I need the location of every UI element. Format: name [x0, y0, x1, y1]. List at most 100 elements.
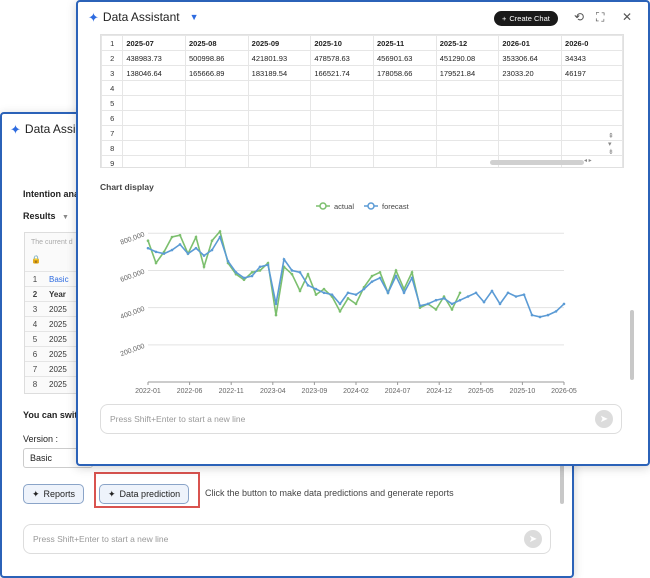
data-point-forecast — [306, 284, 310, 287]
table-cell[interactable] — [435, 140, 500, 156]
table-cell[interactable] — [122, 80, 186, 96]
table-cell[interactable] — [247, 95, 312, 111]
history-icon[interactable]: ⟲ — [574, 10, 584, 24]
table-cell[interactable]: 2025-12 — [435, 35, 500, 51]
table-cell[interactable] — [435, 80, 500, 96]
table-cell[interactable] — [122, 125, 186, 141]
data-point-forecast — [386, 291, 390, 295]
table-cell[interactable]: 165666.89 — [185, 65, 249, 81]
scroll-vertical-arrows-icon[interactable]: ⇞ ▾ ⇟ — [608, 133, 614, 157]
table-cell[interactable]: 438983.73 — [122, 50, 186, 66]
grid-horizontal-scrollbar[interactable] — [490, 160, 584, 165]
table-cell[interactable] — [561, 80, 623, 96]
data-point-actual — [338, 310, 342, 313]
table-cell[interactable] — [247, 155, 312, 167]
scroll-arrows-icon[interactable]: ◂ ▸ — [584, 157, 592, 164]
table-cell[interactable]: 456901.63 — [373, 50, 437, 66]
table-cell[interactable] — [122, 140, 186, 156]
table-cell[interactable] — [185, 140, 249, 156]
table-cell[interactable]: 500998.86 — [185, 50, 249, 66]
table-cell[interactable] — [310, 155, 375, 167]
table-cell[interactable] — [498, 125, 563, 141]
fullscreen-icon[interactable]: ⛶ — [596, 10, 604, 25]
results-dropdown[interactable]: Results ▼ — [23, 211, 69, 221]
table-cell[interactable] — [185, 125, 249, 141]
table-cell[interactable] — [247, 110, 312, 126]
table-cell[interactable] — [122, 110, 186, 126]
table-cell[interactable]: 2026-01 — [498, 35, 563, 51]
row-number: 3 — [101, 65, 124, 81]
table-cell[interactable] — [310, 80, 375, 96]
table-cell[interactable]: 138046.64 — [122, 65, 186, 81]
table-cell[interactable]: 2025-11 — [373, 35, 437, 51]
data-point-forecast — [250, 274, 254, 278]
table-cell[interactable]: 451290.08 — [435, 50, 500, 66]
table-cell[interactable] — [498, 80, 563, 96]
table-cell[interactable] — [561, 95, 623, 111]
table-cell[interactable]: 183189.54 — [247, 65, 312, 81]
table-cell[interactable] — [122, 95, 186, 111]
table-cell[interactable]: 46197 — [561, 65, 623, 81]
table-cell[interactable] — [310, 110, 375, 126]
table-cell[interactable] — [435, 125, 500, 141]
table-cell[interactable] — [373, 95, 437, 111]
table-cell[interactable] — [310, 140, 375, 156]
table-cell[interactable]: 2025-10 — [310, 35, 375, 51]
table-cell[interactable] — [373, 110, 437, 126]
table-cell[interactable] — [122, 155, 186, 167]
data-point-forecast — [482, 300, 486, 304]
table-cell[interactable]: 2025-09 — [247, 35, 312, 51]
send-icon[interactable]: ➤ — [595, 410, 613, 428]
back-chat-input[interactable]: Press Shift+Enter to start a new line ➤ — [23, 524, 551, 554]
table-cell[interactable]: 179521.84 — [435, 65, 500, 81]
data-point-forecast — [202, 254, 206, 257]
data-point-forecast — [362, 287, 366, 291]
data-point-forecast — [538, 315, 542, 319]
table-cell[interactable] — [185, 95, 249, 111]
row-number: 2 — [32, 290, 38, 299]
table-cell[interactable]: 23033.20 — [498, 65, 563, 81]
data-point-forecast — [402, 291, 406, 295]
row-number: 8 — [101, 140, 124, 156]
table-cell[interactable]: 2026-0 — [561, 35, 623, 51]
table-cell[interactable] — [310, 125, 375, 141]
front-scrollbar[interactable] — [630, 310, 634, 380]
table-cell[interactable] — [498, 110, 563, 126]
table-cell[interactable] — [185, 155, 249, 167]
x-tick-label: 2022-01 — [135, 388, 161, 395]
table-cell[interactable] — [373, 80, 437, 96]
table-cell[interactable]: 2025-07 — [122, 35, 186, 51]
row-value: 2025 — [49, 350, 67, 359]
close-icon[interactable]: ✕ — [622, 10, 632, 24]
table-cell[interactable] — [185, 80, 249, 96]
front-chat-input[interactable]: Press Shift+Enter to start a new line ➤ — [100, 404, 622, 434]
data-point-actual — [410, 271, 414, 274]
row-number: 6 — [101, 110, 124, 126]
table-cell[interactable]: 178058.66 — [373, 65, 437, 81]
table-cell[interactable] — [561, 110, 623, 126]
table-cell[interactable] — [247, 80, 312, 96]
table-cell[interactable] — [310, 95, 375, 111]
table-cell[interactable] — [373, 140, 437, 156]
reports-button[interactable]: ✦ Reports — [23, 484, 85, 504]
table-cell[interactable] — [247, 140, 312, 156]
table-cell[interactable]: 166521.74 — [310, 65, 375, 81]
table-cell[interactable] — [498, 140, 563, 156]
table-cell[interactable] — [498, 95, 563, 111]
send-icon[interactable]: ➤ — [524, 530, 542, 548]
table-cell[interactable]: 478578.63 — [310, 50, 375, 66]
create-chat-button[interactable]: + Create Chat — [494, 11, 558, 26]
data-point-forecast — [546, 313, 550, 317]
table-cell[interactable] — [435, 95, 500, 111]
table-cell[interactable] — [373, 155, 437, 167]
table-cell[interactable]: 2025-08 — [185, 35, 249, 51]
chevron-down-icon: ▼ — [62, 214, 69, 221]
table-cell[interactable]: 353306.64 — [498, 50, 563, 66]
table-cell[interactable]: 421801.93 — [247, 50, 312, 66]
chevron-down-icon[interactable]: ▼ — [190, 12, 199, 22]
table-cell[interactable] — [185, 110, 249, 126]
table-cell[interactable] — [247, 125, 312, 141]
table-cell[interactable] — [373, 125, 437, 141]
table-cell[interactable]: 34343 — [561, 50, 623, 66]
table-cell[interactable] — [435, 110, 500, 126]
